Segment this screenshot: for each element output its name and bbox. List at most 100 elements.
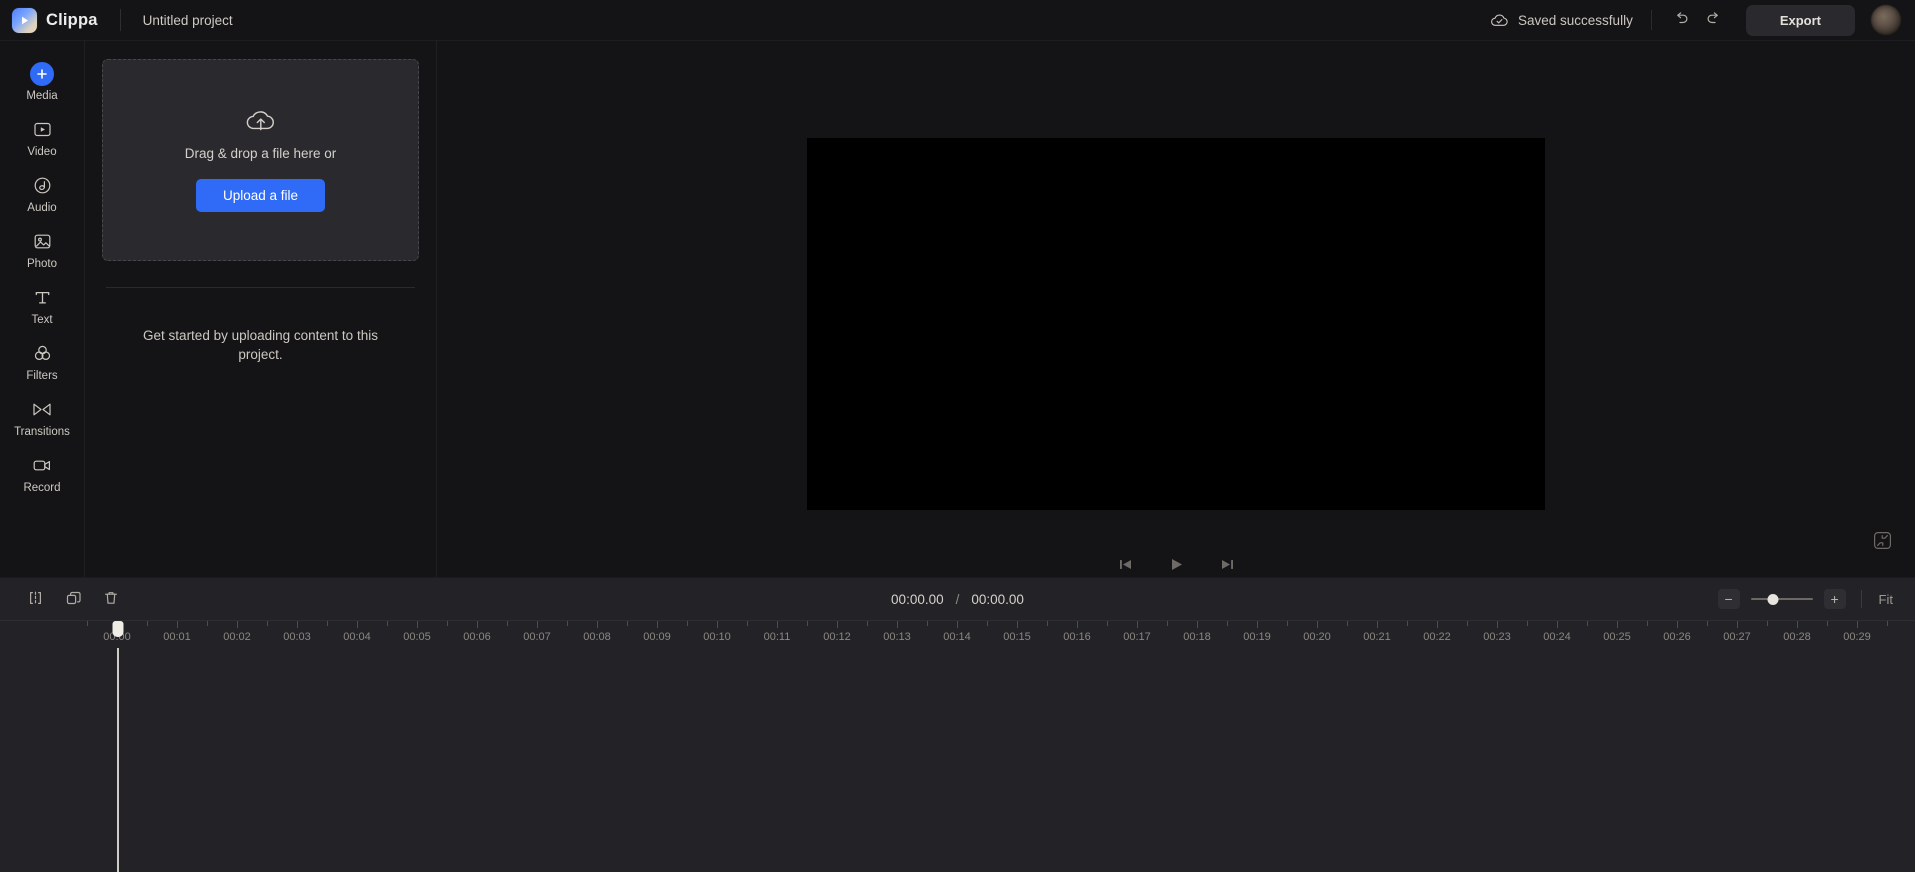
ruler-label: 00:13 bbox=[883, 631, 911, 643]
skip-to-start-icon bbox=[1117, 557, 1134, 572]
brand-name: Clippa bbox=[46, 10, 98, 29]
upload-file-button[interactable]: Upload a file bbox=[195, 179, 326, 212]
playhead[interactable] bbox=[112, 621, 124, 872]
preview-area bbox=[437, 41, 1915, 577]
ruler-label: 00:23 bbox=[1483, 631, 1511, 643]
expand-fullscreen-button[interactable] bbox=[1871, 531, 1893, 553]
ruler-tick-major bbox=[1857, 621, 1858, 628]
ruler-tick-minor bbox=[1347, 621, 1348, 626]
timeline-tracks[interactable] bbox=[0, 621, 1915, 872]
redo-button[interactable] bbox=[1700, 7, 1728, 33]
app-header: Clippa Untitled project Saved successful… bbox=[0, 0, 1915, 41]
ruler-label: 00:15 bbox=[1003, 631, 1031, 643]
sidebar-item-label: Filters bbox=[26, 369, 58, 382]
ruler-tick-minor bbox=[1827, 621, 1828, 626]
split-clip-button[interactable] bbox=[22, 586, 48, 612]
zoom-slider-track bbox=[1750, 598, 1813, 600]
ruler-tick-major bbox=[477, 621, 478, 628]
timeline-ruler[interactable]: 00:00 00:01 00:02 00:03 00:04 00:05 00:06 00:07… bbox=[0, 620, 1915, 648]
split-icon bbox=[27, 590, 44, 609]
timeline-tools bbox=[22, 586, 124, 612]
ruler-label: 00:01 bbox=[163, 631, 191, 643]
ruler-tick-major bbox=[1797, 621, 1798, 628]
ruler-tick-minor bbox=[1227, 621, 1228, 626]
ruler-tick-major bbox=[1377, 621, 1378, 628]
ruler-tick-major bbox=[1437, 621, 1438, 628]
ruler-label: 00:18 bbox=[1183, 631, 1211, 643]
undo-arrow-icon bbox=[1673, 11, 1690, 29]
trash-icon bbox=[103, 590, 119, 609]
ruler-label: 00:26 bbox=[1663, 631, 1691, 643]
ruler-label: 00:00 bbox=[103, 631, 131, 643]
transitions-bowtie-icon bbox=[31, 398, 53, 422]
avatar[interactable] bbox=[1871, 5, 1901, 35]
skip-to-start-button[interactable] bbox=[1113, 553, 1138, 576]
zoom-in-button[interactable]: + bbox=[1823, 589, 1846, 609]
duplicate-clip-button[interactable] bbox=[60, 586, 86, 612]
skip-to-end-button[interactable] bbox=[1215, 553, 1240, 576]
sidebar-item-audio[interactable]: Audio bbox=[0, 166, 85, 222]
sidebar-item-photo[interactable]: Photo bbox=[0, 222, 85, 278]
ruler-tick-minor bbox=[267, 621, 268, 626]
ruler-label: 00:02 bbox=[223, 631, 251, 643]
ruler-tick-major bbox=[1077, 621, 1078, 628]
ruler-tick-major bbox=[1677, 621, 1678, 628]
sidebar-item-transitions[interactable]: Transitions bbox=[0, 390, 85, 446]
ruler-tick-major bbox=[837, 621, 838, 628]
video-canvas[interactable] bbox=[807, 138, 1545, 510]
ruler-label: 00:28 bbox=[1783, 631, 1811, 643]
delete-clip-button[interactable] bbox=[98, 586, 124, 612]
saved-status-label: Saved successfully bbox=[1518, 12, 1633, 28]
ruler-tick-major bbox=[1557, 621, 1558, 628]
sidebar-item-label: Record bbox=[23, 481, 61, 494]
ruler-tick-minor bbox=[987, 621, 988, 626]
project-title[interactable]: Untitled project bbox=[143, 13, 233, 28]
app-body: Media Video Audio Photo Text Filters Tra… bbox=[0, 41, 1915, 577]
ruler-tick-major bbox=[1617, 621, 1618, 628]
ruler-label: 00:08 bbox=[583, 631, 611, 643]
ruler-tick-major bbox=[1197, 621, 1198, 628]
play-button[interactable] bbox=[1164, 552, 1189, 577]
zoom-out-button[interactable]: − bbox=[1717, 589, 1740, 609]
ruler-tick-minor bbox=[687, 621, 688, 626]
sidebar-item-text[interactable]: Text bbox=[0, 278, 85, 334]
ruler-tick-minor bbox=[807, 621, 808, 626]
undo-button[interactable] bbox=[1668, 7, 1696, 33]
ruler-tick-minor bbox=[1407, 621, 1408, 626]
zoom-slider[interactable] bbox=[1750, 592, 1813, 606]
ruler-tick-minor bbox=[627, 621, 628, 626]
app-root: Clippa Untitled project Saved successful… bbox=[0, 0, 1915, 872]
ruler-tick-minor bbox=[507, 621, 508, 626]
ruler-tick-major bbox=[777, 621, 778, 628]
fit-button[interactable]: Fit bbox=[1875, 592, 1897, 607]
ruler-label: 00:10 bbox=[703, 631, 731, 643]
image-photo-icon bbox=[32, 230, 53, 254]
ruler-label: 00:03 bbox=[283, 631, 311, 643]
ruler-tick-major bbox=[657, 621, 658, 628]
dropzone[interactable]: Drag & drop a file here or Upload a file bbox=[102, 59, 419, 261]
ruler-tick-major bbox=[1017, 621, 1018, 628]
ruler-label: 00:29 bbox=[1843, 631, 1871, 643]
sidebar-item-record[interactable]: Record bbox=[0, 446, 85, 502]
brand: Clippa bbox=[12, 7, 98, 33]
ruler-tick-major bbox=[957, 621, 958, 628]
ruler-tick-major bbox=[297, 621, 298, 628]
sidebar-item-label: Transitions bbox=[14, 425, 70, 438]
ruler-tick-major bbox=[417, 621, 418, 628]
zoom-slider-thumb[interactable] bbox=[1767, 593, 1779, 605]
sidebar-item-video[interactable]: Video bbox=[0, 110, 85, 166]
saved-status: Saved successfully bbox=[1490, 13, 1633, 28]
ruler-label: 00:21 bbox=[1363, 631, 1391, 643]
record-camera-icon bbox=[31, 454, 53, 478]
ruler-label: 00:17 bbox=[1123, 631, 1151, 643]
sidebar-item-media[interactable]: Media bbox=[0, 54, 85, 110]
zoom-divider bbox=[1860, 590, 1862, 608]
ruler-label: 00:09 bbox=[643, 631, 671, 643]
sidebar-item-filters[interactable]: Filters bbox=[0, 334, 85, 390]
ruler-label: 00:07 bbox=[523, 631, 551, 643]
header-divider-2 bbox=[1650, 10, 1652, 30]
ruler-label: 00:04 bbox=[343, 631, 371, 643]
video-frame-icon bbox=[32, 118, 53, 142]
total-time: 00:00.00 bbox=[971, 591, 1024, 607]
export-button[interactable]: Export bbox=[1745, 4, 1855, 36]
